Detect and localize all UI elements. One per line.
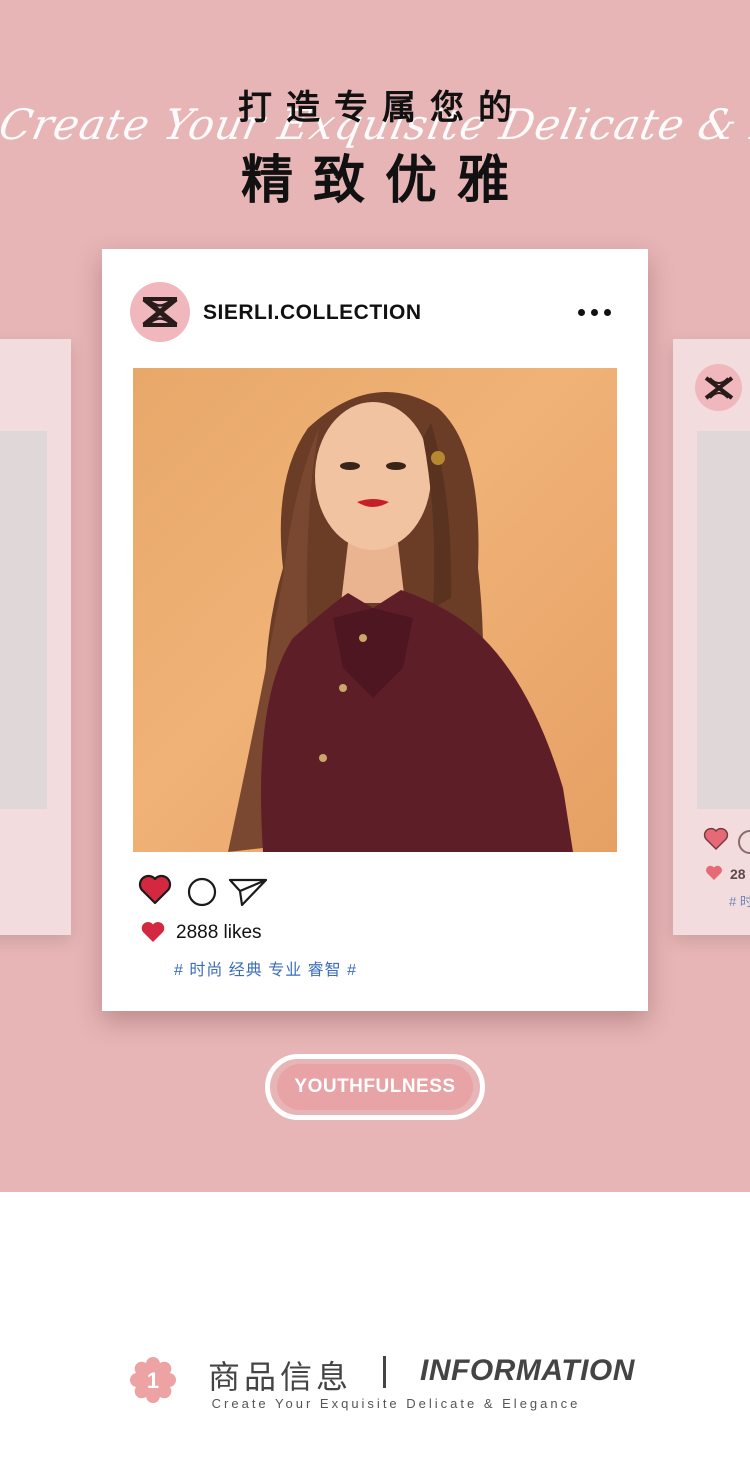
paper-plane-icon[interactable] — [228, 877, 268, 907]
model-illustration — [228, 392, 573, 852]
youthfulness-button[interactable]: YOUTHFULNESS — [265, 1054, 485, 1120]
hashtags[interactable]: # 时尚 经典 专业 睿智 # — [174, 956, 357, 980]
section-title-cn: 商品信息 — [208, 1358, 353, 1396]
account-name[interactable]: SIERLI.COLLECTION — [203, 301, 422, 325]
hero-section: Create Your Exquisite Delicate & Eleganc… — [0, 0, 750, 1192]
side-likes-text: 28 — [730, 866, 746, 882]
headline-top: 打造专属您的 — [238, 88, 526, 128]
likes-count: 2888 likes — [176, 922, 262, 943]
section-number: 1 — [147, 1368, 159, 1393]
headline-main: 精致优雅 — [240, 151, 529, 211]
heart-icon — [141, 922, 165, 942]
brand-logo-icon[interactable] — [130, 282, 190, 342]
heart-icon[interactable] — [138, 874, 172, 906]
heart-icon — [706, 865, 722, 880]
section-title-en: INFORMATION — [420, 1354, 635, 1387]
side-hashtags: # 时 — [729, 894, 750, 909]
side-card-image-placeholder — [697, 431, 750, 809]
comment-circle-icon[interactable] — [738, 830, 750, 854]
title-divider — [383, 1356, 386, 1388]
more-dots-icon[interactable] — [570, 301, 618, 323]
side-card-image-placeholder — [0, 431, 47, 809]
side-card-left[interactable] — [0, 339, 71, 935]
brand-logo-icon — [695, 364, 742, 411]
side-card-right[interactable]: 28 # 时 — [673, 339, 750, 935]
comment-circle-icon[interactable] — [187, 877, 217, 907]
youthfulness-label: YOUTHFULNESS — [277, 1064, 473, 1110]
heart-icon[interactable] — [703, 827, 729, 851]
post-photo — [133, 368, 617, 852]
post-card: SIERLI.COLLECTION 2888 likes # 时尚 经典 专业 … — [102, 249, 648, 1011]
section-subtitle: Create Your Exquisite Delicate & Eleganc… — [211, 1396, 581, 1411]
